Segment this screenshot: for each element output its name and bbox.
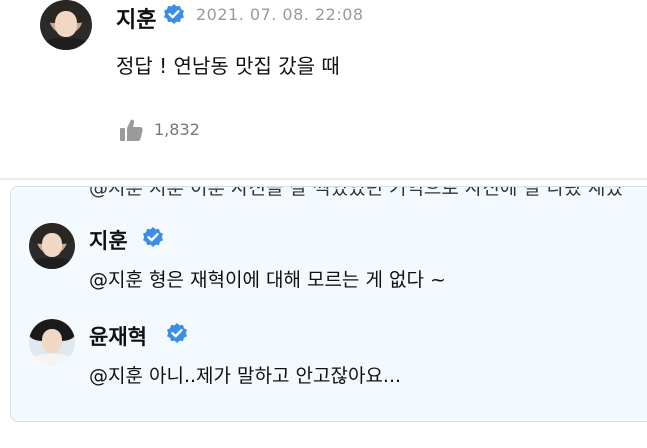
reply-text: @지훈 형은 재혁이에 대해 모르는 게 없다 ~ [89,269,446,291]
like-count: 1,832 [154,120,200,139]
reply-author[interactable]: 윤재혁 [89,321,147,351]
avatar[interactable] [29,223,75,269]
avatar[interactable] [40,0,92,50]
reply-author[interactable]: 지훈 [89,225,128,255]
avatar-shirt [42,37,90,50]
divider [0,178,647,180]
comment-author[interactable]: 지훈 [116,2,156,34]
avatar-shirt [31,257,73,269]
truncated-reply-text: @지훈 지훈 이훈 사진을 잘 찍었었던 기억으로 사진에 잘 나왔 재밌 [89,186,623,199]
verified-badge-icon [167,323,187,343]
avatar-shirt [31,353,73,365]
verified-badge-icon [164,4,184,24]
verified-badge-icon [143,227,163,247]
avatar-face [54,11,78,37]
comment-text: 정답 ! 연남동 맛집 갔을 때 [116,54,340,78]
avatar-face [41,233,63,258]
avatar[interactable] [29,319,75,365]
reply-text: @지훈 아니..제가 말하고 안고잖아요... [89,365,402,387]
replies-panel: @지훈 지훈 이훈 사진을 잘 찍었었던 기억으로 사진에 잘 나왔 재밌 지훈… [10,186,647,422]
comment-date: 2021. 07. 08. 22:08 [196,5,364,24]
avatar-face [41,329,63,354]
thumbs-up-icon[interactable] [118,117,144,143]
